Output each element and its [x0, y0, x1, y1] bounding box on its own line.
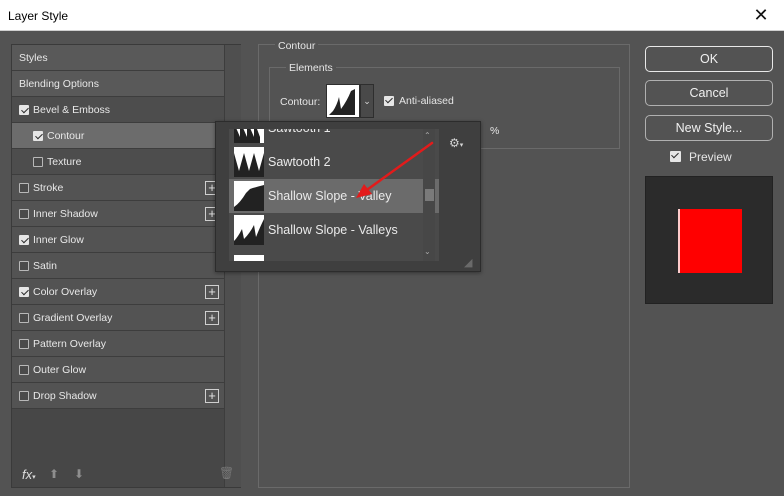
- preview-label: Preview: [689, 150, 732, 164]
- contour-preset-item[interactable]: [229, 253, 439, 261]
- style-row-gradient-overlay[interactable]: Gradient Overlay +: [12, 305, 224, 331]
- style-checkbox[interactable]: [19, 391, 29, 401]
- style-checkbox[interactable]: [19, 209, 29, 219]
- style-row-outer-glow[interactable]: Outer Glow: [12, 357, 224, 383]
- fx-button[interactable]: fx▾: [22, 467, 36, 482]
- style-checkbox[interactable]: [19, 105, 29, 115]
- style-row-pattern-overlay[interactable]: Pattern Overlay: [12, 331, 224, 357]
- gear-dropdown-icon: ▾: [459, 142, 464, 149]
- anti-aliased-checkbox[interactable]: [384, 96, 394, 106]
- styles-toolbar: fx▾ ⬆ ⬇ 🗑: [12, 461, 241, 487]
- style-label: Color Overlay: [33, 286, 98, 298]
- add-style-icon[interactable]: +: [205, 285, 219, 299]
- style-checkbox[interactable]: [19, 365, 29, 375]
- fx-dropdown-icon: ▾: [32, 474, 36, 481]
- shallow-slope-valley-icon: [234, 185, 264, 211]
- contour-preview-thumbnail[interactable]: [326, 84, 360, 118]
- window-title: Layer Style: [8, 9, 69, 23]
- preview-swatch: [678, 209, 742, 273]
- style-label: Drop Shadow: [33, 390, 97, 402]
- ok-button[interactable]: OK: [645, 46, 773, 72]
- preview-toggle[interactable]: Preview: [670, 150, 780, 166]
- contour-preset-thumbnail: [234, 255, 264, 261]
- sawtooth-2-icon: [234, 153, 264, 177]
- style-label: Outer Glow: [33, 364, 87, 376]
- trash-icon[interactable]: 🗑: [219, 466, 234, 480]
- move-up-icon[interactable]: ⬆: [49, 467, 59, 481]
- contour-preset-thumbnail: [234, 215, 264, 245]
- sawtooth-1-icon: [234, 129, 260, 143]
- annotation-arrow-icon: [356, 141, 434, 198]
- styles-panel: Styles Blending Options Bevel & Emboss Cont…: [11, 44, 241, 488]
- style-label: Bevel & Emboss: [33, 104, 111, 116]
- style-label: Pattern Overlay: [33, 338, 106, 350]
- style-row-styles[interactable]: Styles: [12, 45, 224, 71]
- style-label: Stroke: [33, 182, 64, 194]
- style-checkbox[interactable]: [19, 339, 29, 349]
- style-preview: [645, 176, 773, 304]
- style-row-texture[interactable]: Texture: [12, 149, 224, 175]
- style-label: Inner Glow: [33, 234, 84, 246]
- anti-aliased-label: Anti-aliased: [399, 95, 454, 107]
- style-checkbox[interactable]: [19, 313, 29, 323]
- style-row-inner-shadow[interactable]: Inner Shadow +: [12, 201, 224, 227]
- style-checkbox[interactable]: [19, 261, 29, 271]
- style-row-drop-shadow[interactable]: Drop Shadow +: [12, 383, 224, 409]
- contour-dropdown-button[interactable]: ⌄: [360, 84, 374, 118]
- resize-grip-icon[interactable]: ◢: [464, 256, 476, 269]
- contour-group-title: Contour: [275, 40, 319, 52]
- style-checkbox[interactable]: [33, 157, 43, 167]
- style-checkbox[interactable]: [33, 131, 43, 141]
- contour-preset-name: Sawtooth 2: [268, 155, 331, 169]
- move-down-icon[interactable]: ⬇: [74, 467, 84, 481]
- contour-preset-thumbnail: [234, 147, 264, 177]
- elements-group-title: Elements: [286, 62, 336, 74]
- new-style-button[interactable]: New Style...: [645, 115, 773, 141]
- contour-preset-name: Shallow Slope - Valleys: [268, 223, 398, 237]
- close-icon[interactable]: ✕: [738, 0, 784, 31]
- contour-label: Contour:: [280, 96, 321, 108]
- style-row-color-overlay[interactable]: Color Overlay +: [12, 279, 224, 305]
- style-label: Texture: [47, 156, 82, 168]
- scroll-up-icon[interactable]: ⌃: [424, 131, 431, 140]
- contour-preset-name: Sawtooth 1: [268, 129, 331, 135]
- shallow-slope-valley-icon: [329, 89, 355, 115]
- style-row-contour[interactable]: Contour: [12, 123, 224, 149]
- style-label: Gradient Overlay: [33, 312, 113, 324]
- style-label: Styles: [19, 52, 48, 64]
- style-label: Contour: [47, 130, 85, 142]
- style-row-blending-options[interactable]: Blending Options: [12, 71, 224, 97]
- styles-list: Styles Blending Options Bevel & Emboss Cont…: [12, 45, 224, 409]
- add-style-icon[interactable]: +: [205, 389, 219, 403]
- cancel-button[interactable]: Cancel: [645, 80, 773, 106]
- style-row-satin[interactable]: Satin: [12, 253, 224, 279]
- style-row-inner-glow[interactable]: Inner Glow: [12, 227, 224, 253]
- shallow-slope-valleys-icon: [234, 219, 264, 245]
- style-checkbox[interactable]: [19, 287, 29, 297]
- contour-preset-thumbnail: [234, 129, 264, 143]
- contour-preset-item[interactable]: Shallow Slope - Valleys: [229, 213, 439, 247]
- fx-label: fx: [22, 467, 33, 482]
- style-checkbox[interactable]: [19, 235, 29, 245]
- style-checkbox[interactable]: [19, 183, 29, 193]
- contour-picker-popup: Sawtooth 1 Sawtooth 2 Shallow Slope - Vall…: [215, 121, 481, 272]
- style-label: Satin: [33, 260, 57, 272]
- style-label: Blending Options: [19, 78, 99, 90]
- gear-glyph: ⚙: [449, 136, 460, 150]
- style-label: Inner Shadow: [33, 208, 98, 220]
- range-percent-suffix: %: [490, 125, 500, 137]
- style-row-stroke[interactable]: Stroke +: [12, 175, 224, 201]
- title-bar: Layer Style ✕: [0, 0, 784, 31]
- contour-preset-thumbnail: [234, 181, 264, 211]
- scroll-down-icon[interactable]: ⌄: [424, 247, 431, 256]
- add-style-icon[interactable]: +: [205, 311, 219, 325]
- style-row-bevel-emboss[interactable]: Bevel & Emboss: [12, 97, 224, 123]
- preview-checkbox[interactable]: [670, 151, 681, 162]
- gear-icon[interactable]: ⚙▾: [449, 136, 463, 150]
